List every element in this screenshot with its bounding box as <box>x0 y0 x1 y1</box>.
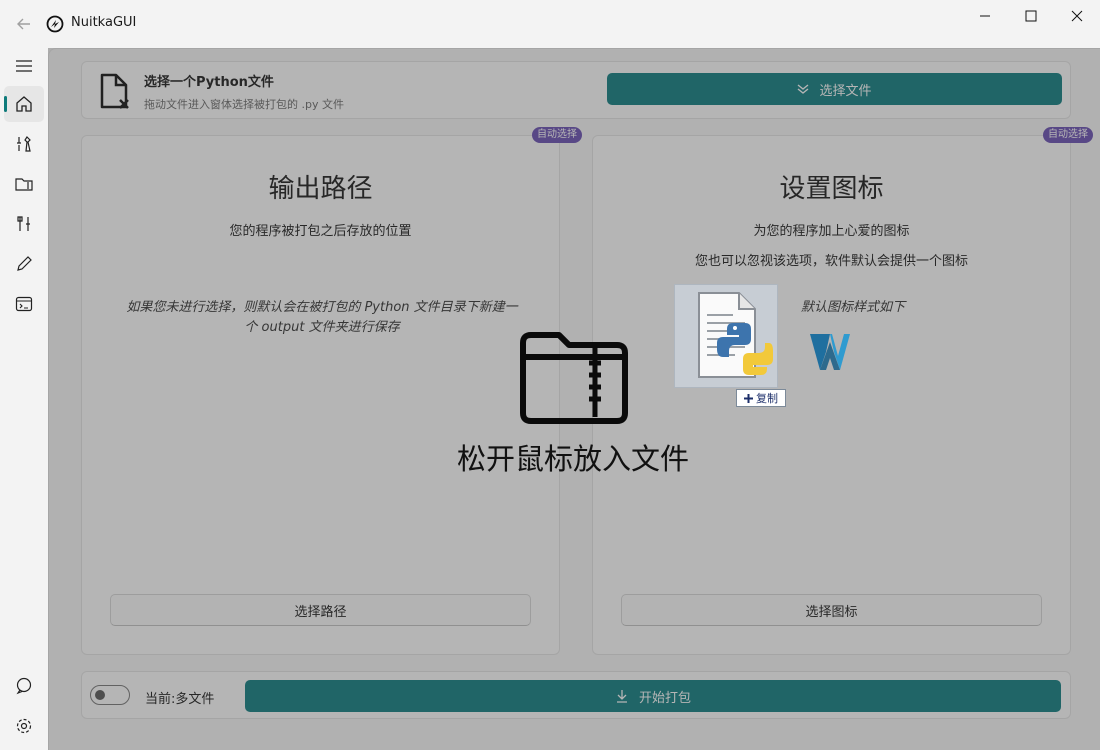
tools-icon <box>17 136 31 152</box>
maximize-button[interactable] <box>1008 0 1054 32</box>
minimize-button[interactable] <box>962 0 1008 32</box>
folder-icon <box>15 178 33 191</box>
folder-zip-icon <box>520 332 628 424</box>
sidebar-item-home[interactable] <box>4 86 44 122</box>
arrow-left-icon <box>17 18 30 30</box>
terminal-icon <box>15 296 33 312</box>
copy-label: 复制 <box>756 392 778 405</box>
default-app-icon <box>810 334 850 370</box>
app-title: NuitkaGUI <box>71 15 137 30</box>
chat-icon <box>16 677 32 695</box>
close-button[interactable] <box>1054 0 1100 32</box>
gear-icon <box>16 718 32 734</box>
plus-icon <box>744 393 753 403</box>
python-file-icon <box>698 292 773 378</box>
sidebar-item-edit[interactable] <box>4 246 44 282</box>
dragged-file-preview <box>674 284 778 388</box>
title-bar: NuitkaGUI <box>0 0 1100 48</box>
wrench-icon <box>17 216 30 231</box>
sidebar-item-folder[interactable] <box>4 166 44 202</box>
menu-icon <box>16 60 32 72</box>
back-button[interactable] <box>12 12 36 36</box>
pencil-icon <box>17 256 32 271</box>
app-logo-icon <box>46 15 64 33</box>
active-indicator <box>4 96 7 112</box>
sidebar <box>0 48 48 750</box>
menu-toggle-button[interactable] <box>4 48 44 84</box>
sidebar-item-terminal[interactable] <box>4 286 44 322</box>
minimize-icon <box>980 15 990 17</box>
sidebar-item-settings[interactable] <box>4 708 44 744</box>
sidebar-item-wrench[interactable] <box>4 206 44 242</box>
copy-indicator: 复制 <box>736 389 786 407</box>
sidebar-item-tools[interactable] <box>4 126 44 162</box>
close-icon <box>1071 10 1083 22</box>
sidebar-item-feedback[interactable] <box>4 668 44 704</box>
drop-hint-text: 松开鼠标放入文件 <box>456 442 689 476</box>
maximize-icon <box>1025 10 1037 22</box>
home-icon <box>16 96 32 112</box>
